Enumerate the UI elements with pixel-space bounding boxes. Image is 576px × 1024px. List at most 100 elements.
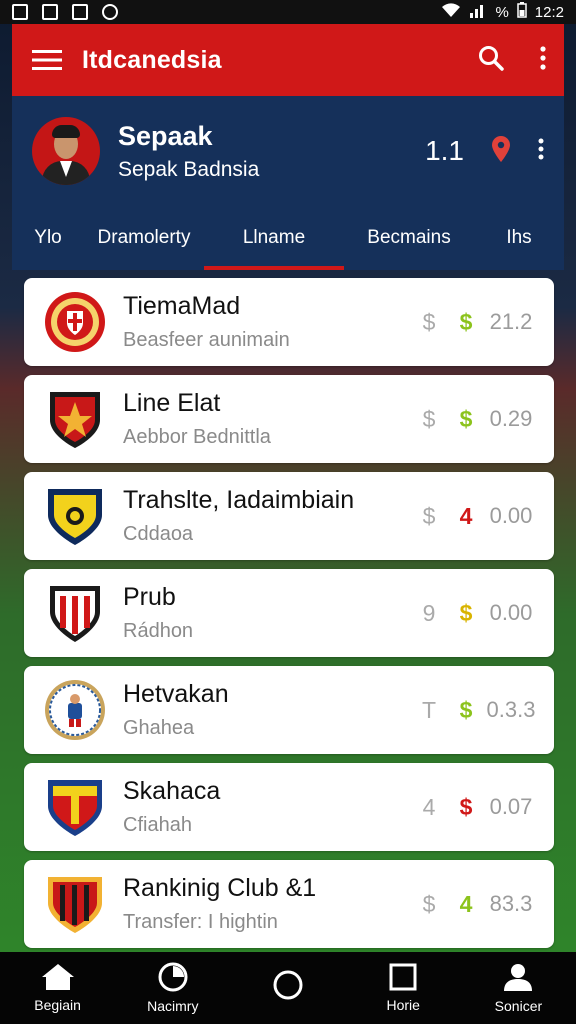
tab-becmains[interactable]: Becmains [344,206,474,270]
tab-llname[interactable]: Llname [204,206,344,270]
club-crest-icon [48,489,102,545]
tab-ylo[interactable]: Ylo [12,206,84,270]
status-indicator: 4 [459,502,473,529]
profile-subtitle: Sepak Badnsia [118,157,260,181]
club-crest-icon [45,680,105,740]
club-list: TiemaMad Beasfeer aunimain $ $ 21.2 Line… [24,278,554,957]
list-item[interactable]: Skahaca Cfiahah 4 $ 0.07 [24,763,554,851]
status-indicator: $ [459,405,473,432]
stat-symbol: $ [422,502,436,529]
club-subtitle: Cfiahah [123,814,192,836]
settings-icon [102,4,118,20]
location-button[interactable] [490,135,512,168]
nav-item-home-circle[interactable] [230,952,345,1024]
stat-symbol: $ [422,405,436,432]
tab-label: Ihs [506,227,532,248]
club-value: 83.3 [489,891,533,916]
club-name: Hetvakan [123,680,229,708]
status-indicator: $ [459,308,473,335]
club-crest-icon [45,292,105,352]
tab-label: Ylo [34,227,62,248]
avatar[interactable] [32,117,100,185]
club-name: TiemaMad [123,292,241,320]
club-value: 0.3.3 [486,697,536,722]
more-vert-icon [540,45,546,70]
tab-dramolerty[interactable]: Dramolerty [84,206,204,270]
club-value: 0.29 [489,406,533,431]
search-icon [479,45,504,71]
menu-button[interactable] [12,49,82,71]
nav-label: Horie [386,997,420,1013]
tab-label: Dramolerty [97,227,191,248]
tab-bar: Ylo Dramolerty Llname Becmains Ihs [12,206,564,270]
chart-icon [42,4,58,20]
club-value: 21.2 [489,309,533,334]
status-indicator: 4 [459,890,473,917]
nav-item-nacimry[interactable]: Nacimry [115,952,230,1024]
more-vert-icon [538,138,544,159]
club-crest-icon [50,392,100,448]
ball-icon [158,962,188,992]
status-indicator: $ [459,793,473,820]
nav-item-begiain[interactable]: Begiain [0,952,115,1024]
battery-icon [517,2,527,22]
tab-label: Llname [242,227,306,248]
app-title: Itdcanedsia [82,45,222,74]
club-name: Line Elat [123,389,221,417]
profile-count: 1.1 [425,135,464,166]
search-button[interactable] [478,45,504,76]
home-icon [41,964,74,990]
list-item[interactable]: TiemaMad Beasfeer aunimain $ $ 21.2 [24,278,554,366]
club-crest-icon [48,877,102,933]
list-item[interactable]: Trahslte, Iadaimbiain Cddaoa $ 4 0.00 [24,472,554,560]
club-subtitle: Aebbor Bednittla [123,426,271,448]
battery-percent: % [495,3,509,21]
stat-symbol: 4 [422,793,436,820]
club-subtitle: Cddaoa [123,523,194,545]
overflow-menu-button[interactable] [540,45,546,75]
profile-more-button[interactable] [538,138,544,165]
list-item[interactable]: Line Elat Aebbor Bednittla $ $ 0.29 [24,375,554,463]
photo-icon [12,4,28,20]
club-name: Rankinig Club &1 [123,874,317,902]
club-value: 0.00 [489,600,533,625]
app-bar: Itdcanedsia [12,24,564,96]
nav-label: Sonicer [494,998,543,1014]
list-item[interactable]: Hetvakan Ghahea T $ 0.3.3 [24,666,554,754]
club-subtitle: Rádhon [123,620,194,642]
image-icon [72,4,88,20]
list-item[interactable]: Prub Rádhon 9 $ 0.00 [24,569,554,657]
club-name: Prub [123,583,176,611]
club-value: 0.00 [489,503,533,528]
nav-label: Nacimry [147,998,199,1014]
club-subtitle: Transfer: I hightin [123,911,278,933]
stat-symbol: $ [422,308,436,335]
circle-icon [273,970,303,1000]
clock-time: 12:2 [534,3,564,21]
bottom-navigation: Begiain Nacimry Horie Sonicer [0,952,576,1024]
tab-label: Becmains [367,227,451,248]
status-indicator: $ [459,696,473,723]
nav-label: Begiain [34,997,81,1013]
hamburger-icon [32,50,62,70]
club-name: Trahslte, Iadaimbiain [123,486,355,514]
club-subtitle: Beasfeer aunimain [123,329,290,351]
user-icon [504,964,533,991]
club-crest-icon [50,586,100,642]
club-value: 0.07 [489,794,533,819]
stat-symbol: 9 [422,599,436,626]
profile-name: Sepaak [118,120,213,151]
club-subtitle: Ghahea [123,717,195,739]
wifi-icon [441,2,461,22]
location-pin-icon [492,135,510,162]
signal-icon [469,2,487,22]
list-item[interactable]: Rankinig Club &1 Transfer: I hightin $ 4… [24,860,554,948]
club-crest-icon [48,780,102,836]
nav-item-sonicer[interactable]: Sonicer [461,952,576,1024]
status-bar: % 12:2 [0,0,576,24]
club-name: Skahaca [123,777,221,805]
profile-header: Sepaak Sepak Badnsia 1.1 [12,96,564,206]
status-indicator: $ [459,599,473,626]
tab-ihs[interactable]: Ihs [474,206,564,270]
nav-item-horie[interactable]: Horie [346,952,461,1024]
